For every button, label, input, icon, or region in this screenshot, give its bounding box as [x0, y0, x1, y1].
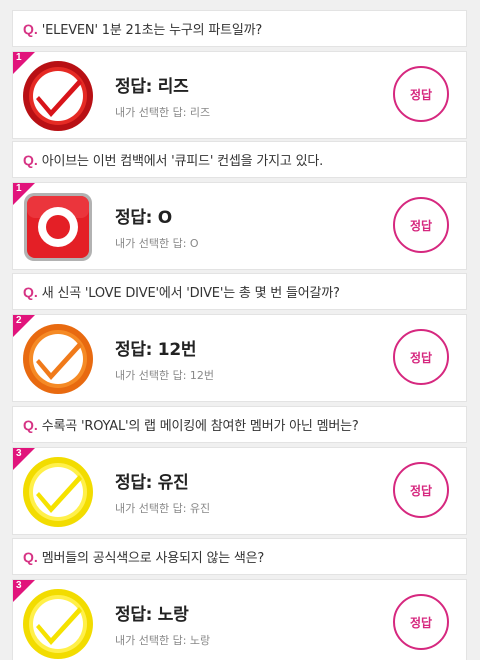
question-text: 멤버들의 공식색으로 사용되지 않는 색은? — [41, 551, 265, 566]
question-text: 'ELEVEN' 1분 21초는 누구의 파트일까? — [41, 23, 263, 38]
answer-button[interactable]: 정답 — [393, 329, 449, 385]
question-prefix: Q. — [23, 151, 38, 168]
answer-title: 정답: 리즈 — [115, 77, 189, 97]
my-choice-text: 내가 선택한 답: 리즈 — [115, 106, 211, 119]
answer-title: 정답: 유진 — [115, 473, 189, 493]
question-text: 수록곡 'ROYAL'의 랩 메이킹에 참여한 멤버가 아닌 멤버는? — [41, 419, 359, 434]
red-o-square-icon — [24, 193, 92, 261]
answer-card: 3 정답: 유진 내가 선택한 답: 유진 정답 — [12, 447, 467, 535]
answer-button[interactable]: 정답 — [393, 594, 449, 650]
answer-title: 정답: 노랑 — [115, 605, 189, 625]
quiz-item: Q. 멤버들의 공식색으로 사용되지 않는 색은? 3 정답: 노랑 내가 선택… — [12, 538, 467, 660]
question-bar: Q. 아이브는 이번 컴백에서 '큐피드' 컨셉을 가지고 있다. — [12, 141, 467, 178]
red-ring-checkmark-icon — [23, 61, 93, 131]
question-prefix: Q. — [23, 416, 38, 433]
question-prefix: Q. — [23, 20, 38, 37]
answer-card: 3 정답: 노랑 내가 선택한 답: 노랑 정답 — [12, 579, 467, 660]
orange-ring-checkmark-icon — [23, 324, 93, 394]
question-prefix: Q. — [23, 283, 38, 300]
question-prefix: Q. — [23, 548, 38, 565]
my-choice-text: 내가 선택한 답: O — [115, 237, 199, 250]
quiz-item: Q. 새 신곡 'LOVE DIVE'에서 'DIVE'는 총 몇 번 들어갈까… — [12, 273, 467, 402]
answer-button[interactable]: 정답 — [393, 197, 449, 253]
question-bar: Q. 새 신곡 'LOVE DIVE'에서 'DIVE'는 총 몇 번 들어갈까… — [12, 273, 467, 310]
question-text: 아이브는 이번 컴백에서 '큐피드' 컨셉을 가지고 있다. — [41, 154, 324, 169]
question-bar: Q. 'ELEVEN' 1분 21초는 누구의 파트일까? — [12, 10, 467, 47]
answer-button[interactable]: 정답 — [393, 66, 449, 122]
yellow-ring-checkmark-icon — [23, 589, 93, 659]
yellow-ring-checkmark-icon — [23, 457, 93, 527]
answer-card: 1 정답: O 내가 선택한 답: O 정답 — [12, 182, 467, 270]
my-choice-text: 내가 선택한 답: 12번 — [115, 369, 215, 382]
quiz-item: Q. 아이브는 이번 컴백에서 '큐피드' 컨셉을 가지고 있다. 1 정답: … — [12, 141, 467, 270]
my-choice-text: 내가 선택한 답: 유진 — [115, 502, 211, 515]
answer-title: 정답: 12번 — [115, 340, 197, 360]
my-choice-text: 내가 선택한 답: 노랑 — [115, 634, 211, 647]
question-text: 새 신곡 'LOVE DIVE'에서 'DIVE'는 총 몇 번 들어갈까? — [41, 286, 340, 301]
question-bar: Q. 멤버들의 공식색으로 사용되지 않는 색은? — [12, 538, 467, 575]
quiz-item: Q. 수록곡 'ROYAL'의 랩 메이킹에 참여한 멤버가 아닌 멤버는? 3… — [12, 406, 467, 535]
answer-card: 1 정답: 리즈 내가 선택한 답: 리즈 정답 — [12, 51, 467, 139]
answer-title: 정답: O — [115, 208, 172, 228]
quiz-item: Q. 'ELEVEN' 1분 21초는 누구의 파트일까? 1 정답: 리즈 내… — [12, 10, 467, 139]
answer-card: 2 정답: 12번 내가 선택한 답: 12번 정답 — [12, 314, 467, 402]
question-bar: Q. 수록곡 'ROYAL'의 랩 메이킹에 참여한 멤버가 아닌 멤버는? — [12, 406, 467, 443]
answer-button[interactable]: 정답 — [393, 462, 449, 518]
